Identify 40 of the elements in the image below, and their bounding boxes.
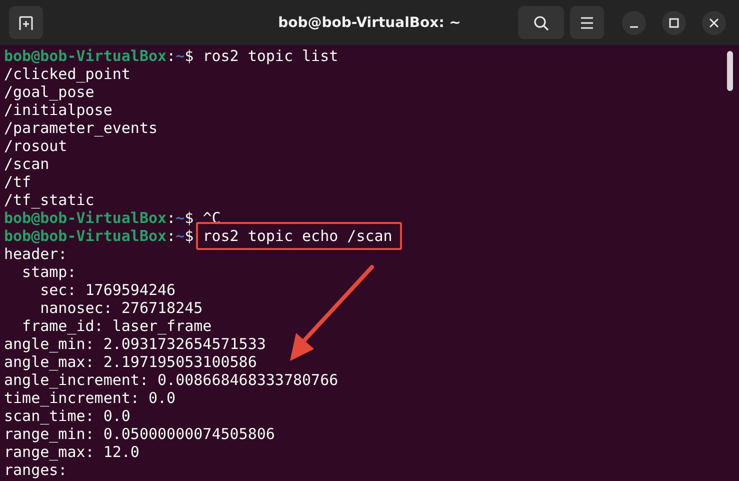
menu-icon (580, 16, 594, 28)
output-text: angle_min: 2.0931732654571533 (4, 335, 266, 353)
minimize-button[interactable] (622, 10, 646, 34)
minimize-icon (629, 26, 639, 28)
output-text: frame_id: laser_frame (21, 317, 212, 335)
output-text: /clicked_point (4, 65, 130, 83)
output-text: /parameter_events (4, 119, 158, 137)
close-button[interactable] (702, 10, 726, 34)
maximize-button[interactable] (662, 10, 686, 34)
prompt-text: bob@bob-VirtualBox:~$ (4, 47, 194, 65)
menu-button[interactable] (570, 6, 604, 39)
output-text: /tf (4, 173, 32, 191)
output-text: sec: 1769594246 (39, 281, 176, 299)
output-text: angle_max: 2.197195053100586 (4, 353, 257, 371)
command-text: ros2 topic list (202, 47, 338, 65)
output-text: nanosec: 276718245 (39, 299, 203, 317)
output-text: ranges: (4, 461, 68, 479)
search-button[interactable] (518, 6, 564, 39)
output-text: range_max: 12.0 (4, 443, 140, 461)
maximize-icon (669, 18, 679, 28)
prompt-text: bob@bob-VirtualBox:~$ (4, 227, 194, 245)
new-tab-icon (18, 14, 34, 30)
output-text: header: (4, 245, 68, 263)
output-text: stamp: (21, 263, 76, 281)
prompt-text: bob@bob-VirtualBox:~$ (4, 209, 194, 227)
scrollbar-thumb[interactable] (727, 51, 733, 91)
output-text: /scan (4, 155, 50, 173)
output-text: scan_time: 0.0 (4, 407, 130, 425)
output-text: range_min: 0.05000000074505806 (4, 425, 275, 443)
new-tab-button[interactable] (9, 6, 43, 39)
output-text: /rosout (4, 137, 68, 155)
output-text: angle_increment: 0.008668468333780766 (4, 371, 338, 389)
window-title: bob@bob-VirtualBox: ~ (278, 14, 461, 30)
output-text: /goal_pose (4, 83, 94, 101)
search-icon (533, 14, 549, 30)
close-icon (709, 18, 719, 28)
output-text: /initialpose (4, 101, 112, 119)
output-text: /tf_static (4, 191, 94, 209)
highlighted-command: ros2 topic echo /scan (196, 222, 402, 250)
output-text: time_increment: 0.0 (4, 389, 176, 407)
